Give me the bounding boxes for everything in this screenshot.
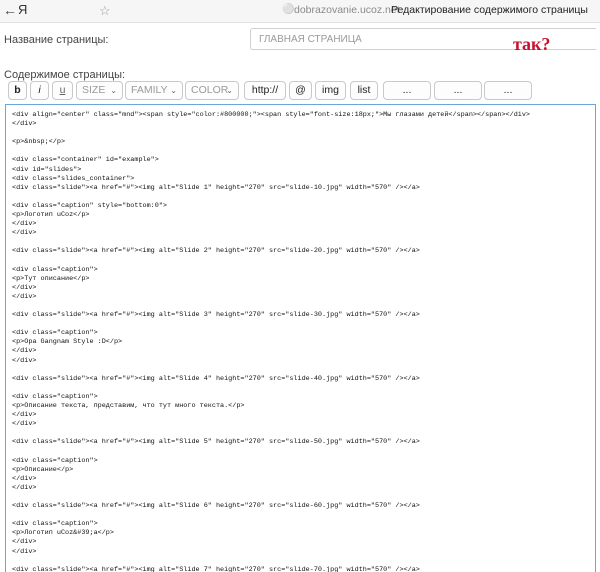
family-select-label: FAMILY [131,84,168,96]
browser-page-title: Редактирование содержимого страницы [391,4,588,16]
handwritten-annotation: так? [513,34,551,54]
page-name-label: Название страницы: [4,34,109,46]
chevron-down-icon: ⌄ [226,86,233,95]
link-button[interactable]: http:// [244,81,286,100]
page-content-label: Содержимое страницы: [4,69,126,81]
chevron-down-icon: ⌄ [110,86,117,95]
underline-button[interactable]: u [52,81,73,100]
more-button-3[interactable]: ... [484,81,532,100]
email-button[interactable]: @ [289,81,312,100]
image-button[interactable]: img [315,81,346,100]
back-arrow-icon[interactable]: ← [3,2,17,18]
family-select[interactable]: FAMILY ⌄ [125,81,183,100]
yandex-logo[interactable]: Я [18,2,27,17]
chevron-down-icon: ⌄ [170,86,177,95]
editor-source-code[interactable]: <div align="center" class="mnd"><span st… [6,105,595,572]
browser-bar: ← Я ☆ ⚪ dobrazovanie.ucoz.net Редактиров… [0,0,600,23]
italic-button[interactable]: i [30,81,49,100]
list-button[interactable]: list [350,81,378,100]
address-domain[interactable]: dobrazovanie.ucoz.net [294,4,400,16]
color-select[interactable]: COLOR ⌄ [185,81,239,100]
more-button-2[interactable]: ... [434,81,482,100]
more-button-1[interactable]: ... [383,81,431,100]
size-select[interactable]: SIZE ⌄ [76,81,123,100]
bookmark-star-icon[interactable]: ☆ [99,3,111,19]
size-select-label: SIZE [82,84,106,96]
color-select-label: COLOR [191,84,229,96]
editor-toolbar: b i u SIZE ⌄ FAMILY ⌄ COLOR ⌄ http:// @ img… [4,81,600,101]
content-editor[interactable]: <div align="center" class="mnd"><span st… [5,104,596,572]
bold-button[interactable]: b [8,81,27,100]
lock-icon: ⚪ [282,4,295,15]
